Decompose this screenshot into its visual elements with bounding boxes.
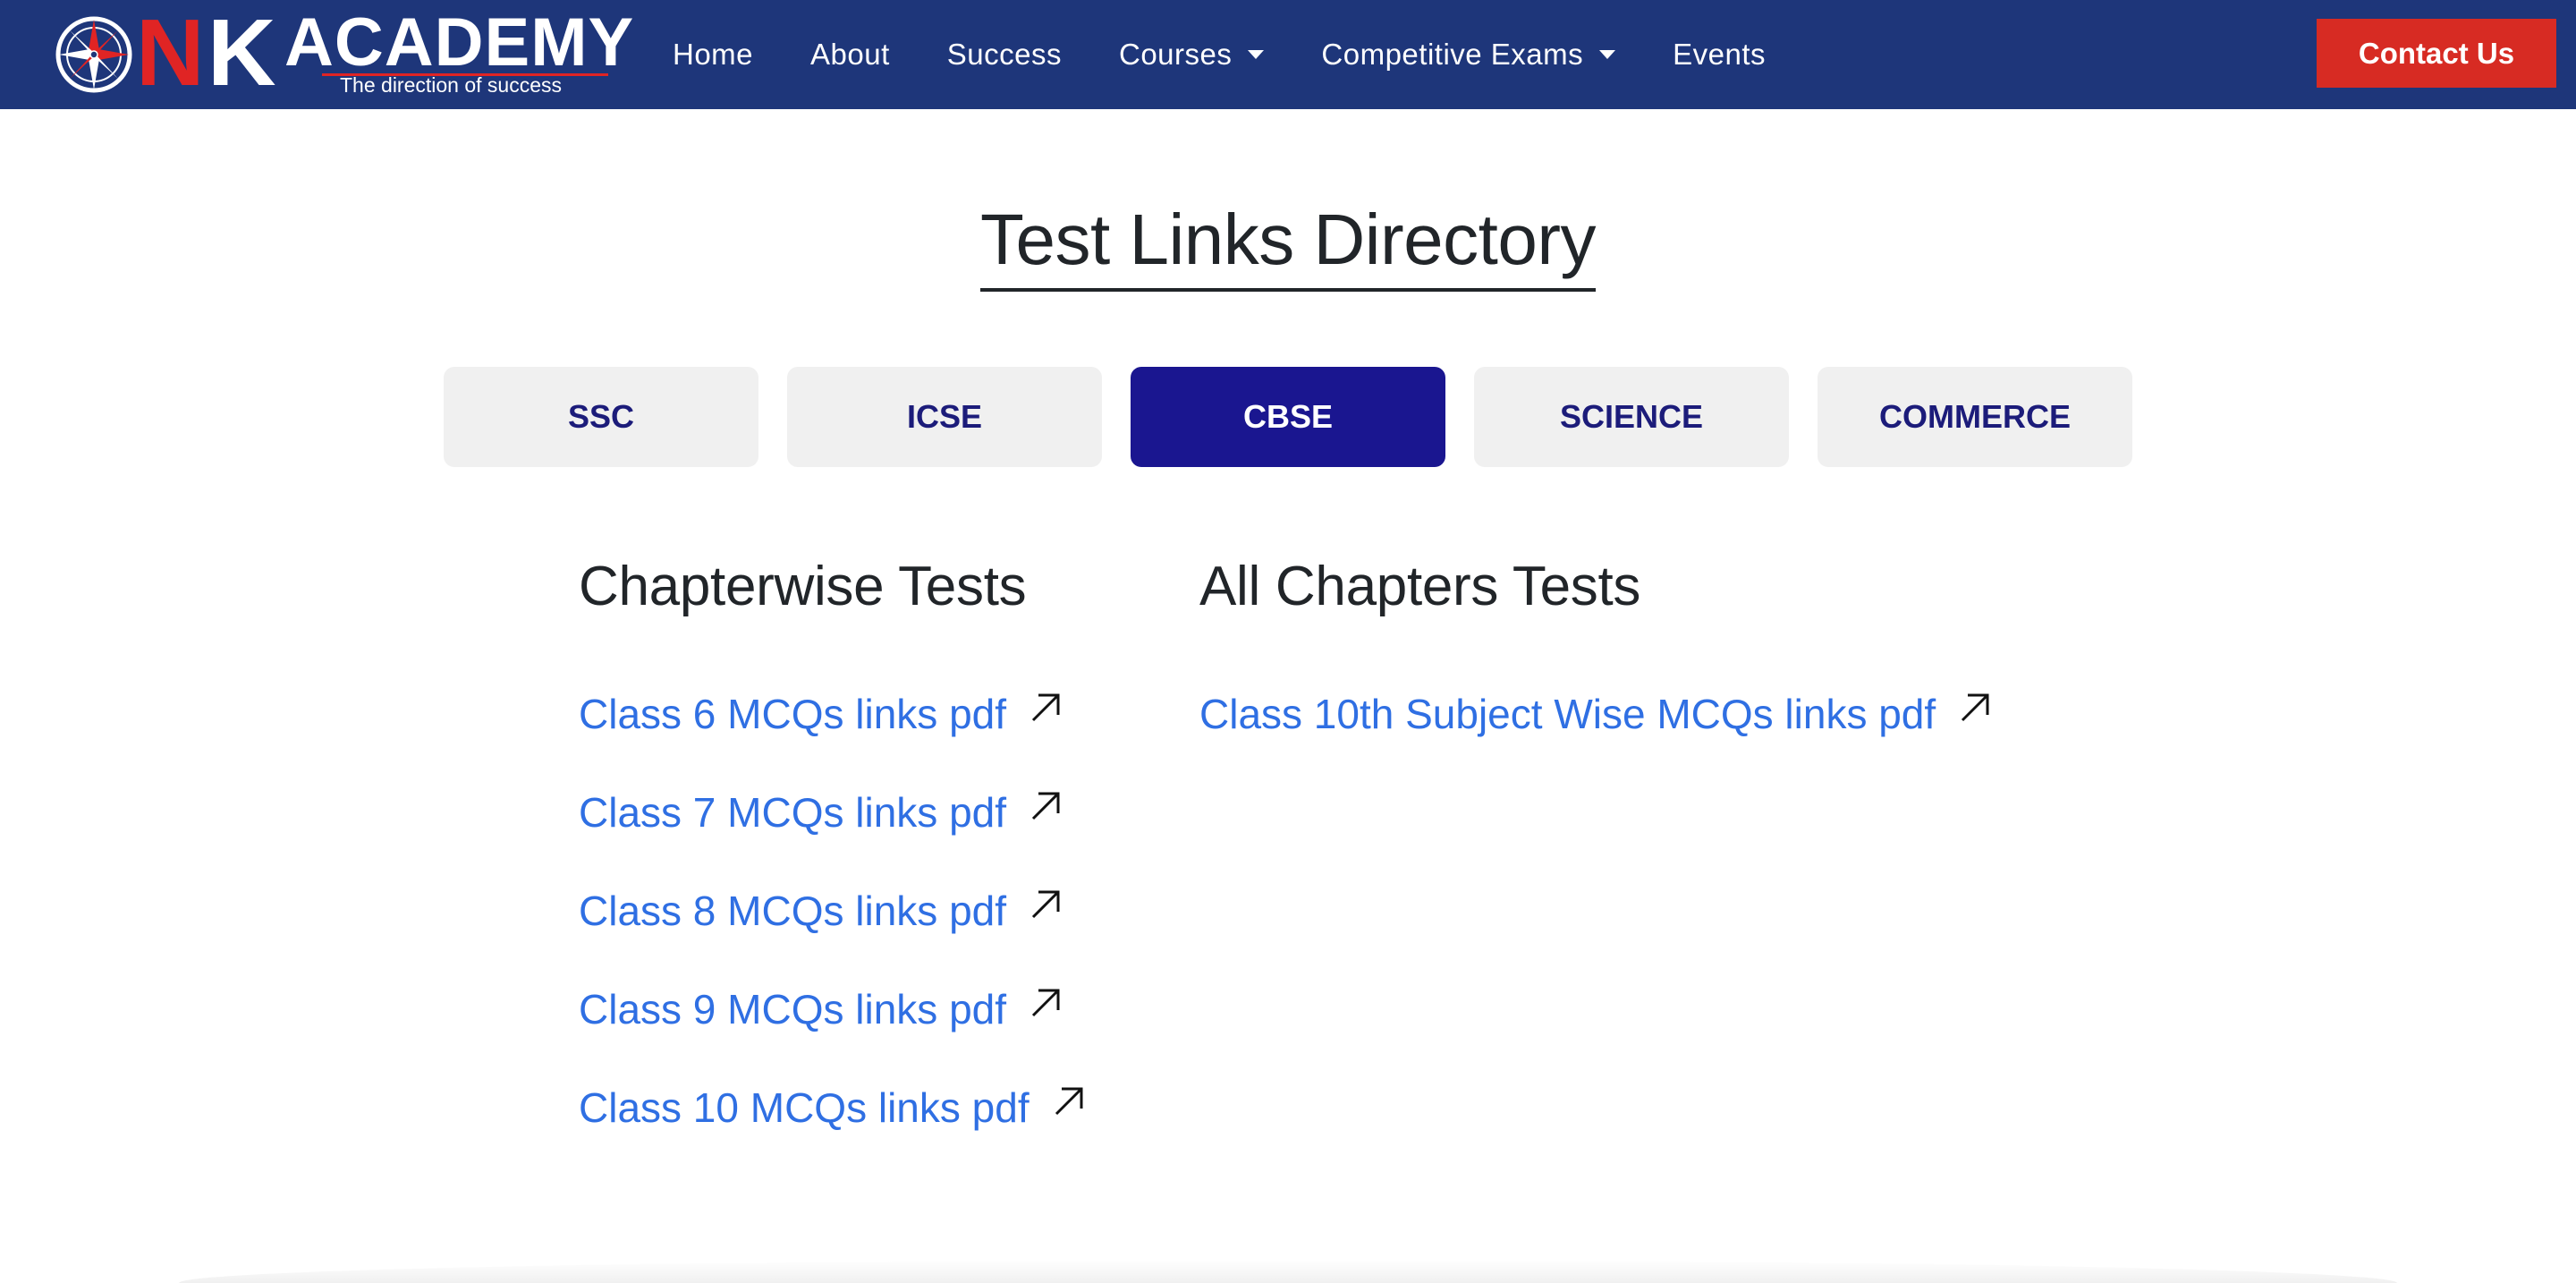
chapterwise-tests-heading: Chapterwise Tests [579, 556, 1027, 617]
page-title-wrap: Test Links Directory [0, 199, 2576, 292]
all-chapters-tests-section: All Chapters Tests Class 10th Subject Wi… [1199, 555, 1993, 763]
contact-us-button[interactable]: Contact Us [2317, 19, 2556, 88]
all-chapters-tests-heading: All Chapters Tests [1199, 556, 1641, 617]
nav-about[interactable]: About [810, 38, 890, 72]
link-class-9-mcqs[interactable]: Class 9 MCQs links pdf [579, 960, 1087, 1058]
logo-wordmark: ACADEMY [284, 4, 635, 81]
tab-science[interactable]: SCIENCE [1474, 367, 1789, 467]
arrow-up-right-icon [1055, 1087, 1083, 1116]
link-label: Class 7 MCQs links pdf [579, 789, 1007, 836]
logo-letter-k: K [208, 0, 276, 106]
arrow-up-right-icon [1031, 693, 1060, 722]
nav-events[interactable]: Events [1673, 38, 1766, 72]
nav-competitive-exams-label: Competitive Exams [1321, 38, 1584, 71]
tab-commerce[interactable]: COMMERCE [1818, 367, 2132, 467]
nav-success[interactable]: Success [947, 38, 1062, 72]
arrow-up-right-icon [1031, 890, 1060, 919]
tab-icse[interactable]: ICSE [787, 367, 1102, 467]
nav-competitive-exams-dropdown[interactable]: Competitive Exams [1321, 38, 1616, 72]
page-title: Test Links Directory [980, 199, 1596, 292]
logo-letter-n: N [136, 0, 205, 106]
main-nav: Home About Success Courses Competitive E… [673, 0, 1823, 109]
navbar: N K ACADEMY The direction of success Hom… [0, 0, 2576, 109]
nav-success-label: Success [946, 38, 1062, 71]
tab-cbse[interactable]: CBSE [1131, 367, 1445, 467]
link-label: Class 8 MCQs links pdf [579, 888, 1007, 934]
arrow-up-right-icon [1031, 989, 1060, 1017]
board-tabs: SSC ICSE CBSE SCIENCE COMMERCE [444, 367, 2161, 467]
nav-about-label: About [810, 38, 890, 71]
link-label: Class 6 MCQs links pdf [579, 691, 1007, 737]
link-class-7-mcqs[interactable]: Class 7 MCQs links pdf [579, 763, 1087, 862]
nav-home-label: Home [673, 38, 754, 71]
nav-courses-label: Courses [1119, 38, 1233, 71]
caret-down-icon [1248, 50, 1265, 59]
site-logo[interactable]: N K ACADEMY The direction of success [54, 5, 633, 100]
chapterwise-tests-section: Chapterwise Tests Class 6 MCQs links pdf… [579, 555, 1087, 1157]
link-class-10th-subject-wise-mcqs[interactable]: Class 10th Subject Wise MCQs links pdf [1199, 665, 1993, 763]
link-label: Class 9 MCQs links pdf [579, 986, 1007, 1032]
link-class-10-mcqs[interactable]: Class 10 MCQs links pdf [579, 1058, 1087, 1157]
link-label: Class 10 MCQs links pdf [579, 1084, 1030, 1131]
tab-ssc[interactable]: SSC [444, 367, 758, 467]
nav-events-label: Events [1673, 38, 1767, 71]
link-class-6-mcqs[interactable]: Class 6 MCQs links pdf [579, 665, 1087, 763]
link-class-8-mcqs[interactable]: Class 8 MCQs links pdf [579, 862, 1087, 960]
section-divider-shadow [179, 1260, 2397, 1283]
logo-tagline: The direction of success [340, 73, 563, 97]
arrow-up-right-icon [1962, 693, 1989, 722]
compass-icon [55, 16, 132, 93]
arrow-up-right-icon [1031, 792, 1060, 820]
link-label: Class 10th Subject Wise MCQs links pdf [1199, 691, 1936, 737]
nav-courses-dropdown[interactable]: Courses [1119, 38, 1265, 72]
nav-home[interactable]: Home [673, 38, 753, 72]
caret-down-icon [1599, 50, 1616, 59]
